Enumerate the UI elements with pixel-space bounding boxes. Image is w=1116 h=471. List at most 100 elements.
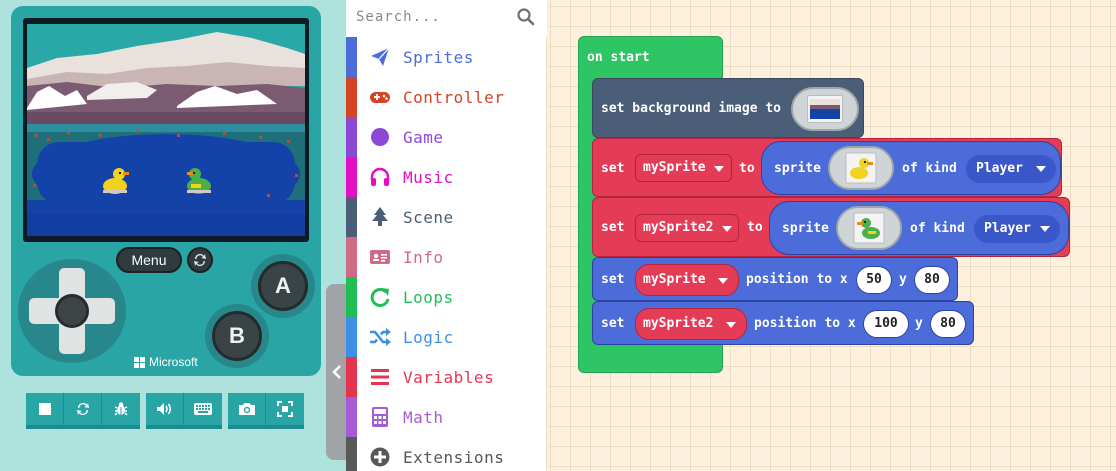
screenshot-button[interactable] bbox=[228, 393, 266, 429]
set-sprite-block-2[interactable]: set mySprite2 to sprite of kind Player bbox=[592, 197, 1070, 257]
y-label: y bbox=[915, 316, 923, 331]
stop-icon bbox=[38, 403, 51, 415]
debug-icon bbox=[114, 402, 128, 416]
dpad[interactable] bbox=[18, 259, 126, 363]
tree-icon bbox=[357, 206, 403, 228]
category-color-stripe bbox=[346, 317, 357, 357]
variable-name: mySprite bbox=[643, 160, 706, 175]
game-console: Menu A B Microsoft bbox=[11, 6, 321, 376]
sprite-image-picker-1[interactable] bbox=[828, 146, 894, 190]
duck-yellow-icon bbox=[845, 152, 877, 184]
set-sprite-block-1[interactable]: set mySprite to sprite of kind Player bbox=[592, 138, 1062, 197]
category-color-stripe bbox=[346, 277, 357, 317]
category-extensions[interactable]: Extensions bbox=[346, 437, 547, 471]
chevron-down-icon bbox=[714, 166, 724, 172]
y-value-input[interactable]: 80 bbox=[914, 266, 950, 294]
sprite-label: sprite bbox=[782, 221, 829, 236]
category-color-stripe bbox=[346, 157, 357, 197]
category-logic[interactable]: Logic bbox=[346, 317, 547, 357]
keyboard-button[interactable] bbox=[184, 393, 222, 429]
to-label: to bbox=[747, 220, 763, 235]
set-label: set bbox=[601, 272, 625, 287]
a-button-label: A bbox=[258, 261, 308, 311]
brand-label: Microsoft bbox=[149, 355, 198, 369]
kind-dropdown-1[interactable]: Player bbox=[966, 155, 1056, 183]
debug-button[interactable] bbox=[102, 393, 140, 429]
category-scene[interactable]: Scene bbox=[346, 197, 547, 237]
blocks-workspace[interactable]: on start set background image to set myS… bbox=[548, 0, 1116, 471]
loop-icon bbox=[357, 286, 403, 308]
simulator-panel: Menu A B Microsoft bbox=[0, 0, 346, 471]
variable-dropdown-mysprite[interactable]: mySprite bbox=[635, 264, 739, 296]
create-sprite-block-2[interactable]: sprite of kind Player bbox=[769, 201, 1069, 255]
category-music[interactable]: Music bbox=[346, 157, 547, 197]
restart-game-button[interactable] bbox=[187, 247, 213, 273]
chevron-down-icon bbox=[1036, 166, 1046, 172]
category-variables[interactable]: Variables bbox=[346, 357, 547, 397]
category-label: Info bbox=[403, 247, 444, 267]
kind-value: Player bbox=[976, 161, 1023, 176]
headphones-icon bbox=[357, 166, 403, 188]
variable-dropdown-mysprite2[interactable]: mySprite2 bbox=[635, 214, 739, 242]
category-color-stripe bbox=[346, 397, 357, 437]
on-start-label: on start bbox=[587, 50, 650, 65]
search-input[interactable] bbox=[356, 6, 516, 28]
category-math[interactable]: Math bbox=[346, 397, 547, 437]
keyboard-icon bbox=[194, 403, 212, 415]
x-value-input[interactable]: 50 bbox=[856, 266, 892, 294]
position-to-x-label: position to x bbox=[754, 316, 856, 331]
x-value-input[interactable]: 100 bbox=[863, 310, 909, 338]
category-sprites[interactable]: Sprites bbox=[346, 37, 547, 77]
category-label: Variables bbox=[403, 367, 495, 387]
create-sprite-block-1[interactable]: sprite of kind Player bbox=[761, 141, 1061, 195]
id-card-icon bbox=[357, 246, 403, 268]
category-loops[interactable]: Loops bbox=[346, 277, 547, 317]
circle-icon bbox=[357, 126, 403, 148]
image-thumbnail bbox=[807, 95, 843, 123]
kind-dropdown-2[interactable]: Player bbox=[974, 215, 1060, 243]
background-image-picker[interactable] bbox=[791, 87, 859, 131]
y-value-input[interactable]: 80 bbox=[930, 310, 966, 338]
collapse-simulator-handle[interactable] bbox=[326, 284, 348, 460]
simulator-toolbar bbox=[26, 393, 304, 429]
b-button[interactable]: B bbox=[205, 304, 269, 368]
category-color-stripe bbox=[346, 197, 357, 237]
set-position-block-2[interactable]: set mySprite2 position to x 100 y 80 bbox=[592, 301, 974, 345]
category-info[interactable]: Info bbox=[346, 237, 547, 277]
set-position-block-1[interactable]: set mySprite position to x 50 y 80 bbox=[592, 257, 958, 301]
category-label: Logic bbox=[403, 327, 454, 347]
chevron-left-icon bbox=[332, 365, 341, 379]
screen-bezel bbox=[23, 18, 309, 242]
windows-icon bbox=[134, 356, 145, 368]
variable-dropdown-mysprite2[interactable]: mySprite2 bbox=[635, 308, 747, 340]
chevron-down-icon bbox=[726, 322, 736, 328]
category-color-stripe bbox=[346, 237, 357, 277]
set-background-block[interactable]: set background image to bbox=[592, 78, 864, 138]
microsoft-logo: Microsoft bbox=[134, 355, 198, 369]
list-icon bbox=[357, 366, 403, 388]
game-screen[interactable] bbox=[27, 24, 305, 236]
variable-dropdown-mysprite[interactable]: mySprite bbox=[635, 154, 732, 182]
search-icon[interactable] bbox=[516, 7, 536, 27]
category-game[interactable]: Game bbox=[346, 117, 547, 157]
of-kind-label: of kind bbox=[902, 161, 957, 176]
screenshot-icon bbox=[238, 403, 255, 415]
category-label: Music bbox=[403, 167, 454, 187]
sprite-image-picker-2[interactable] bbox=[836, 206, 902, 250]
sound-button[interactable] bbox=[146, 393, 184, 429]
category-label: Sprites bbox=[403, 47, 474, 67]
category-controller[interactable]: Controller bbox=[346, 77, 547, 117]
toolbar-group-io bbox=[146, 393, 222, 429]
y-label: y bbox=[899, 272, 907, 287]
toolbox-search bbox=[346, 0, 547, 37]
fullscreen-button[interactable] bbox=[266, 393, 304, 429]
category-label: Scene bbox=[403, 207, 454, 227]
a-button[interactable]: A bbox=[251, 254, 315, 318]
category-label: Math bbox=[403, 407, 444, 427]
stop-button[interactable] bbox=[26, 393, 64, 429]
category-label: Game bbox=[403, 127, 444, 147]
of-kind-label: of kind bbox=[910, 221, 965, 236]
gamepad-icon bbox=[357, 86, 403, 108]
duck-green-icon bbox=[853, 212, 885, 244]
restart-button[interactable] bbox=[64, 393, 102, 429]
